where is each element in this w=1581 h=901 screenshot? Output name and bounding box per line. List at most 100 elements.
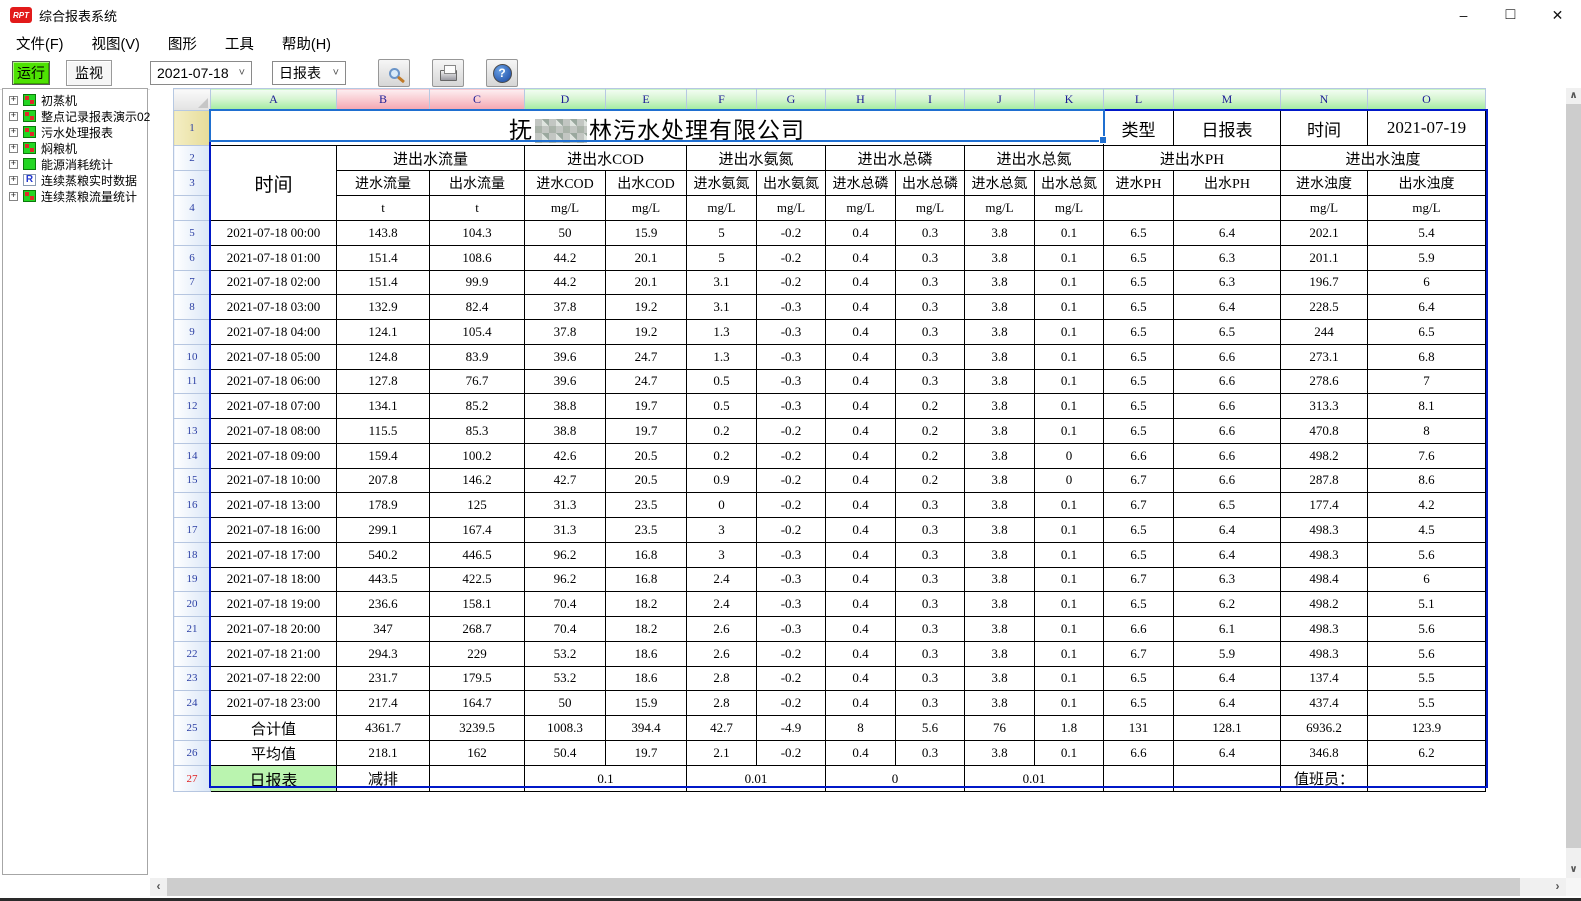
data-cell-r6c5[interactable]: 5 (687, 245, 757, 270)
unit-cell[interactable] (1104, 196, 1174, 221)
column-header-A[interactable]: A (211, 89, 337, 111)
data-cell-r7c2[interactable]: 99.9 (430, 270, 525, 295)
data-cell-r6c6[interactable]: -0.2 (757, 245, 826, 270)
data-cell-r22c3[interactable]: 53.2 (525, 641, 606, 666)
data-cell-r20c2[interactable]: 158.1 (430, 592, 525, 617)
data-cell-r24c6[interactable]: -0.2 (757, 691, 826, 716)
data-cell-r23c2[interactable]: 179.5 (430, 666, 525, 691)
data-cell-r5c3[interactable]: 50 (525, 221, 606, 246)
data-cell-r24c9[interactable]: 3.8 (965, 691, 1035, 716)
group-header[interactable]: 进出水PH (1104, 146, 1281, 171)
unit-cell[interactable]: mg/L (525, 196, 606, 221)
total-cell-c12[interactable]: 6936.2 (1281, 716, 1368, 741)
column-header-O[interactable]: O (1368, 89, 1486, 111)
print-button[interactable] (432, 59, 464, 87)
data-cell-r11c6[interactable]: -0.3 (757, 369, 826, 394)
data-cell-r21c0[interactable]: 2021-07-18 20:00 (211, 617, 337, 642)
data-cell-r15c2[interactable]: 146.2 (430, 468, 525, 493)
data-cell-r13c4[interactable]: 19.7 (606, 419, 687, 444)
row-header-3[interactable]: 3 (174, 171, 211, 196)
data-cell-r21c12[interactable]: 6.1 (1174, 617, 1281, 642)
column-header-B[interactable]: B (337, 89, 430, 111)
row-header-27[interactable]: 27 (174, 766, 211, 792)
group-header[interactable]: 进出水氨氮 (687, 146, 826, 171)
data-cell-r22c5[interactable]: 2.6 (687, 641, 757, 666)
data-cell-r20c13[interactable]: 498.2 (1281, 592, 1368, 617)
data-cell-r18c10[interactable]: 0.1 (1035, 542, 1104, 567)
data-cell-r20c8[interactable]: 0.3 (896, 592, 965, 617)
data-cell-r16c9[interactable]: 3.8 (965, 493, 1035, 518)
data-cell-r22c2[interactable]: 229 (430, 641, 525, 666)
data-cell-r6c4[interactable]: 20.1 (606, 245, 687, 270)
data-cell-r20c11[interactable]: 6.5 (1104, 592, 1174, 617)
horizontal-scrollbar[interactable]: ‹ › (150, 878, 1566, 896)
data-cell-r15c6[interactable]: -0.2 (757, 468, 826, 493)
data-cell-r10c12[interactable]: 6.6 (1174, 344, 1281, 369)
average-cell-c6[interactable]: 0.4 (826, 741, 896, 766)
data-cell-r19c4[interactable]: 16.8 (606, 567, 687, 592)
data-cell-r21c9[interactable]: 3.8 (965, 617, 1035, 642)
monitor-button[interactable]: 监视 (66, 60, 112, 86)
data-cell-r10c13[interactable]: 273.1 (1281, 344, 1368, 369)
data-cell-r10c5[interactable]: 1.3 (687, 344, 757, 369)
data-cell-r22c14[interactable]: 5.6 (1368, 641, 1486, 666)
data-cell-r23c7[interactable]: 0.4 (826, 666, 896, 691)
data-cell-r17c0[interactable]: 2021-07-18 16:00 (211, 518, 337, 543)
data-cell-r12c11[interactable]: 6.5 (1104, 394, 1174, 419)
data-cell-r22c12[interactable]: 5.9 (1174, 641, 1281, 666)
row-header-4[interactable]: 4 (174, 196, 211, 221)
data-cell-r17c11[interactable]: 6.5 (1104, 518, 1174, 543)
time-column-header[interactable]: 时间 (211, 146, 337, 221)
data-cell-r13c7[interactable]: 0.4 (826, 419, 896, 444)
data-cell-r5c4[interactable]: 15.9 (606, 221, 687, 246)
data-cell-r6c7[interactable]: 0.4 (826, 245, 896, 270)
data-cell-r15c0[interactable]: 2021-07-18 10:00 (211, 468, 337, 493)
data-cell-r12c12[interactable]: 6.6 (1174, 394, 1281, 419)
average-cell-c12[interactable]: 346.8 (1281, 741, 1368, 766)
data-cell-r19c5[interactable]: 2.4 (687, 567, 757, 592)
data-cell-r21c13[interactable]: 498.3 (1281, 617, 1368, 642)
data-cell-r19c0[interactable]: 2021-07-18 18:00 (211, 567, 337, 592)
sub-header[interactable]: 出水浊度 (1368, 171, 1486, 196)
total-cell-c1[interactable]: 3239.5 (430, 716, 525, 741)
data-cell-r20c1[interactable]: 236.6 (337, 592, 430, 617)
data-cell-r15c11[interactable]: 6.7 (1104, 468, 1174, 493)
data-cell-r6c14[interactable]: 5.9 (1368, 245, 1486, 270)
data-cell-r18c0[interactable]: 2021-07-18 17:00 (211, 542, 337, 567)
data-cell-r5c6[interactable]: -0.2 (757, 221, 826, 246)
data-cell-r14c3[interactable]: 42.6 (525, 443, 606, 468)
tree-item-4[interactable]: +能源消耗统计 (3, 156, 147, 172)
data-cell-r10c3[interactable]: 39.6 (525, 344, 606, 369)
data-cell-r7c8[interactable]: 0.3 (896, 270, 965, 295)
data-cell-r24c1[interactable]: 217.4 (337, 691, 430, 716)
column-header-L[interactable]: L (1104, 89, 1174, 111)
data-cell-r10c11[interactable]: 6.5 (1104, 344, 1174, 369)
data-cell-r21c2[interactable]: 268.7 (430, 617, 525, 642)
data-cell-r19c3[interactable]: 96.2 (525, 567, 606, 592)
row-header-5[interactable]: 5 (174, 221, 211, 246)
maximize-button[interactable]: □ (1487, 0, 1534, 30)
average-cell-c1[interactable]: 162 (430, 741, 525, 766)
data-cell-r15c4[interactable]: 20.5 (606, 468, 687, 493)
row-header-6[interactable]: 6 (174, 245, 211, 270)
data-cell-r5c7[interactable]: 0.4 (826, 221, 896, 246)
tree-item-0[interactable]: +初蒸机 (3, 92, 147, 108)
minimize-button[interactable]: – (1440, 0, 1487, 30)
data-cell-r12c10[interactable]: 0.1 (1035, 394, 1104, 419)
row-header-13[interactable]: 13 (174, 419, 211, 444)
data-cell-r17c2[interactable]: 167.4 (430, 518, 525, 543)
data-cell-r24c7[interactable]: 0.4 (826, 691, 896, 716)
tree-item-6[interactable]: +连续蒸粮流量统计 (3, 188, 147, 204)
total-cell-c8[interactable]: 76 (965, 716, 1035, 741)
data-cell-r16c8[interactable]: 0.3 (896, 493, 965, 518)
data-cell-r15c1[interactable]: 207.8 (337, 468, 430, 493)
data-cell-r21c7[interactable]: 0.4 (826, 617, 896, 642)
data-cell-r9c7[interactable]: 0.4 (826, 320, 896, 345)
data-cell-r18c12[interactable]: 6.4 (1174, 542, 1281, 567)
data-cell-r16c2[interactable]: 125 (430, 493, 525, 518)
data-cell-r13c0[interactable]: 2021-07-18 08:00 (211, 419, 337, 444)
data-cell-r24c0[interactable]: 2021-07-18 23:00 (211, 691, 337, 716)
average-cell-c0[interactable]: 218.1 (337, 741, 430, 766)
data-cell-r14c6[interactable]: -0.2 (757, 443, 826, 468)
date-select[interactable]: 2021-07-18 ˅ (150, 61, 252, 85)
